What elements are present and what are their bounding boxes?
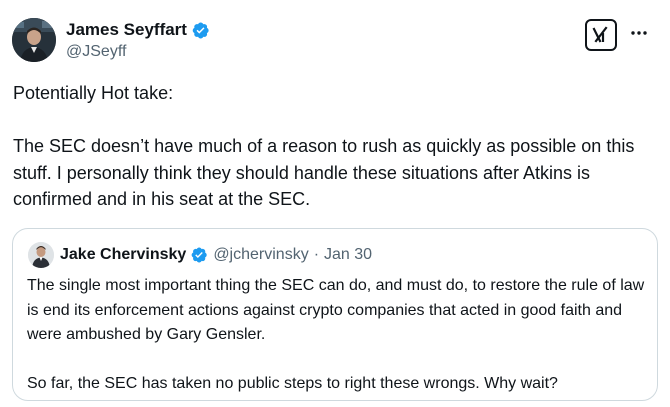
- verified-badge-icon: [190, 246, 208, 264]
- quoted-tweet[interactable]: Jake Chervinsky @jchervinsky · Jan 30 Th…: [12, 228, 658, 401]
- quoted-paragraph: The single most important thing the SEC …: [27, 277, 645, 343]
- verified-badge-icon: [191, 21, 210, 40]
- quoted-date[interactable]: Jan 30: [324, 246, 372, 264]
- quoted-author-handle[interactable]: @jchervinsky: [213, 246, 308, 264]
- quoted-header: Jake Chervinsky @jchervinsky · Jan 30: [60, 244, 372, 266]
- author-avatar[interactable]: [12, 18, 56, 62]
- author-handle[interactable]: @JSeyff: [66, 43, 210, 61]
- author-avatar-image: [12, 18, 56, 62]
- author-name[interactable]: James Seyffart: [66, 20, 187, 40]
- author-info: James Seyffart @JSeyff: [66, 18, 210, 61]
- quoted-author-name[interactable]: Jake Chervinsky: [60, 246, 186, 264]
- more-options-icon[interactable]: [626, 20, 652, 46]
- grok-logo-icon[interactable]: [585, 19, 617, 51]
- tweet-card: James Seyffart @JSeyff Potentially Hot t…: [0, 0, 670, 407]
- quoted-paragraph: So far, the SEC has taken no public step…: [27, 375, 558, 392]
- tweet-paragraph: The SEC doesn’t have much of a reason to…: [13, 136, 635, 209]
- tweet-text: Potentially Hot take: The SEC doesn’t ha…: [13, 80, 663, 213]
- quoted-separator: ·: [313, 246, 320, 263]
- tweet-paragraph: Potentially Hot take:: [13, 83, 174, 103]
- quoted-author-avatar[interactable]: [28, 242, 54, 268]
- quoted-text: The single most important thing the SEC …: [27, 274, 645, 397]
- quoted-author-avatar-image: [28, 242, 54, 268]
